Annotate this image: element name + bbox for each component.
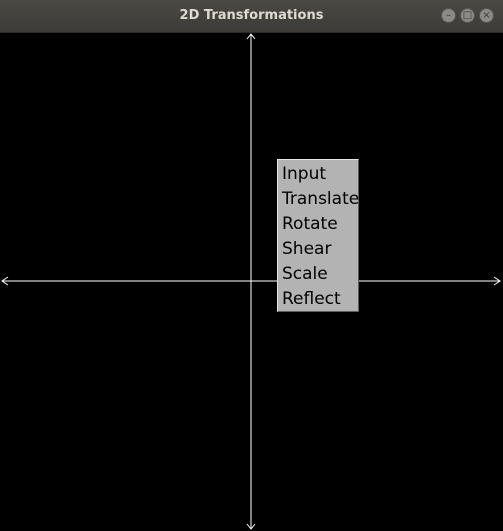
title-bar[interactable]: 2D Transformations – □ × xyxy=(0,0,503,33)
menu-item-rotate[interactable]: Rotate xyxy=(278,212,358,237)
menu-item-reflect[interactable]: Reflect xyxy=(278,287,358,312)
app-window: 2D Transformations – □ × Input Translate… xyxy=(0,0,503,531)
axes-drawing xyxy=(1,33,501,530)
maximize-button[interactable]: □ xyxy=(460,8,475,23)
window-title: 2D Transformations xyxy=(179,8,324,23)
menu-item-shear[interactable]: Shear xyxy=(278,237,358,262)
menu-item-scale[interactable]: Scale xyxy=(278,262,358,287)
menu-item-translate[interactable]: Translate xyxy=(278,187,359,212)
transform-menu: Input Translate Rotate Shear Scale Refle… xyxy=(277,159,359,312)
minimize-button[interactable]: – xyxy=(441,8,456,23)
close-button[interactable]: × xyxy=(479,8,494,23)
menu-item-input[interactable]: Input xyxy=(278,162,358,187)
drawing-canvas[interactable] xyxy=(0,33,503,531)
